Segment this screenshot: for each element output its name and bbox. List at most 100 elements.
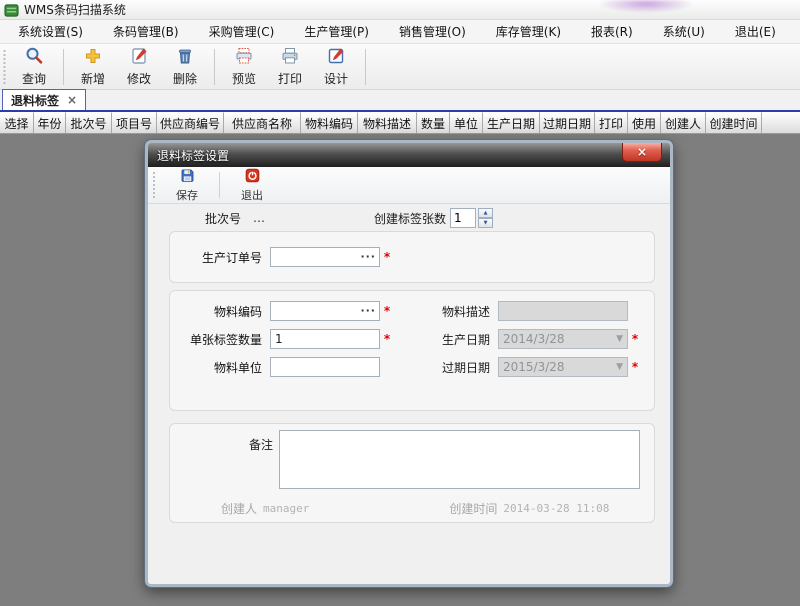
toolbar-separator (63, 49, 64, 85)
label-count-input[interactable] (450, 208, 476, 228)
tab-return-material-label[interactable]: 退料标签 × (2, 89, 86, 110)
search-icon (24, 46, 44, 69)
query-label: 查询 (22, 70, 46, 87)
col-unit[interactable]: 单位 (450, 112, 483, 133)
save-button[interactable]: 保存 (165, 168, 209, 202)
dialog-toolbar-separator (219, 172, 220, 198)
exit-icon (244, 167, 261, 187)
lookup-ellipsis-icon[interactable]: ··· (360, 307, 376, 315)
dialog-toolbar: 保存 退出 (148, 167, 670, 204)
label-count-stepper: ▲ ▼ (450, 208, 493, 228)
toolbar-separator (365, 49, 366, 85)
edit-icon (129, 46, 149, 69)
tab-close-icon[interactable]: × (67, 94, 77, 106)
save-label: 保存 (176, 187, 198, 203)
grid-header-row: 选择 年份 批次号 项目号 供应商编号 供应商名称 物料编码 物料描述 数量 单… (0, 112, 800, 134)
menu-inventory-mgmt[interactable]: 库存管理(K) (486, 20, 571, 43)
design-button[interactable]: 设计 (313, 46, 359, 88)
col-use[interactable]: 使用 (628, 112, 661, 133)
col-supplier-no[interactable]: 供应商编号 (157, 112, 224, 133)
batch-row: 批次号 … 创建标签张数 ▲ ▼ (148, 207, 670, 229)
lookup-ellipsis-icon[interactable]: ··· (360, 253, 376, 261)
chevron-down-icon: ▼ (616, 362, 623, 372)
dialog-body: 保存 退出 批次号 … 创建标签张数 ▲ ▼ 生产订单号 (148, 167, 670, 587)
menu-bar: 系统设置(S) 条码管理(B) 采购管理(C) 生产管理(P) 销售管理(O) … (0, 20, 800, 44)
batch-no-label: 批次号 (205, 210, 241, 227)
col-project-no[interactable]: 项目号 (112, 112, 157, 133)
menu-exit[interactable]: 退出(E) (725, 20, 786, 43)
material-code-label: 物料编码 (170, 303, 262, 320)
col-material-desc[interactable]: 物料描述 (358, 112, 417, 133)
create-time-label: 创建时间 (449, 500, 497, 517)
required-marker: * (628, 332, 642, 346)
design-icon (326, 46, 346, 69)
print-icon (280, 46, 300, 69)
remark-group: 备注 创建人 manager 创建时间 2014-03-28 11:08 (169, 423, 655, 523)
required-marker: * (380, 250, 394, 264)
delete-label: 删除 (173, 70, 197, 87)
col-batch-no[interactable]: 批次号 (66, 112, 112, 133)
production-date-field: 2014/3/28 ▼ (498, 329, 628, 349)
col-create-time[interactable]: 创建时间 (706, 112, 762, 133)
delete-button[interactable]: 删除 (162, 46, 208, 88)
col-print[interactable]: 打印 (595, 112, 628, 133)
design-label: 设计 (324, 70, 348, 87)
col-qty[interactable]: 数量 (417, 112, 450, 133)
create-time-value: 2014-03-28 11:08 (503, 502, 609, 515)
exit-button[interactable]: 退出 (230, 168, 274, 202)
edit-label: 修改 (127, 70, 151, 87)
remark-textarea[interactable] (279, 430, 640, 489)
col-material-code[interactable]: 物料编码 (301, 112, 358, 133)
print-button[interactable]: 打印 (267, 46, 313, 88)
preview-label: 预览 (232, 70, 256, 87)
tab-label: 退料标签 (11, 92, 59, 109)
creator-value: manager (263, 502, 309, 515)
print-label: 打印 (278, 70, 302, 87)
menu-purchase-mgmt[interactable]: 采购管理(C) (199, 20, 285, 43)
app-icon (4, 3, 19, 17)
production-order-field[interactable]: ··· (270, 247, 380, 267)
menu-system-settings[interactable]: 系统设置(S) (8, 20, 93, 43)
material-desc-field (498, 301, 628, 321)
col-select[interactable]: 选择 (0, 112, 34, 133)
production-date-label: 生产日期 (418, 331, 490, 348)
edit-button[interactable]: 修改 (116, 46, 162, 88)
spin-down-icon[interactable]: ▼ (478, 218, 493, 228)
chevron-down-icon: ▼ (616, 334, 623, 344)
per-label-qty-input[interactable] (270, 329, 380, 349)
remark-label: 备注 (170, 430, 273, 489)
material-unit-input[interactable] (270, 357, 380, 377)
add-label: 新增 (81, 70, 105, 87)
required-marker: * (380, 332, 394, 346)
col-production-date[interactable]: 生产日期 (483, 112, 540, 133)
dialog-title: 退料标签设置 (157, 147, 229, 164)
exit-label: 退出 (241, 187, 263, 203)
creator-label: 创建人 (221, 500, 257, 517)
material-desc-label: 物料描述 (418, 303, 490, 320)
window-title: WMS条码扫描系统 (24, 1, 126, 18)
dialog-titlebar[interactable]: 退料标签设置 × (148, 143, 670, 167)
menu-sales-mgmt[interactable]: 销售管理(O) (389, 20, 476, 43)
menu-system[interactable]: 系统(U) (653, 20, 715, 43)
col-supplier-name[interactable]: 供应商名称 (224, 112, 301, 133)
add-button[interactable]: 新增 (70, 46, 116, 88)
expire-date-label: 过期日期 (418, 359, 490, 376)
dialog-close-button[interactable]: × (622, 143, 662, 162)
material-code-field[interactable]: ··· (270, 301, 380, 321)
toolbar-separator (214, 49, 215, 85)
col-creator[interactable]: 创建人 (661, 112, 706, 133)
query-button[interactable]: 查询 (11, 46, 57, 88)
expire-date-value: 2015/3/28 (503, 360, 616, 374)
col-year[interactable]: 年份 (34, 112, 66, 133)
col-filler (762, 112, 800, 133)
label-count-label: 创建标签张数 (374, 210, 446, 227)
menu-reports[interactable]: 报表(R) (581, 20, 643, 43)
menu-barcode-mgmt[interactable]: 条码管理(B) (103, 20, 189, 43)
spin-up-icon[interactable]: ▲ (478, 208, 493, 218)
required-marker: * (628, 360, 642, 374)
preview-button[interactable]: 预览 (221, 46, 267, 88)
production-order-label: 生产订单号 (170, 249, 262, 266)
col-expire-date[interactable]: 过期日期 (540, 112, 595, 133)
menu-production-mgmt[interactable]: 生产管理(P) (294, 20, 379, 43)
material-unit-label: 物料单位 (170, 359, 262, 376)
